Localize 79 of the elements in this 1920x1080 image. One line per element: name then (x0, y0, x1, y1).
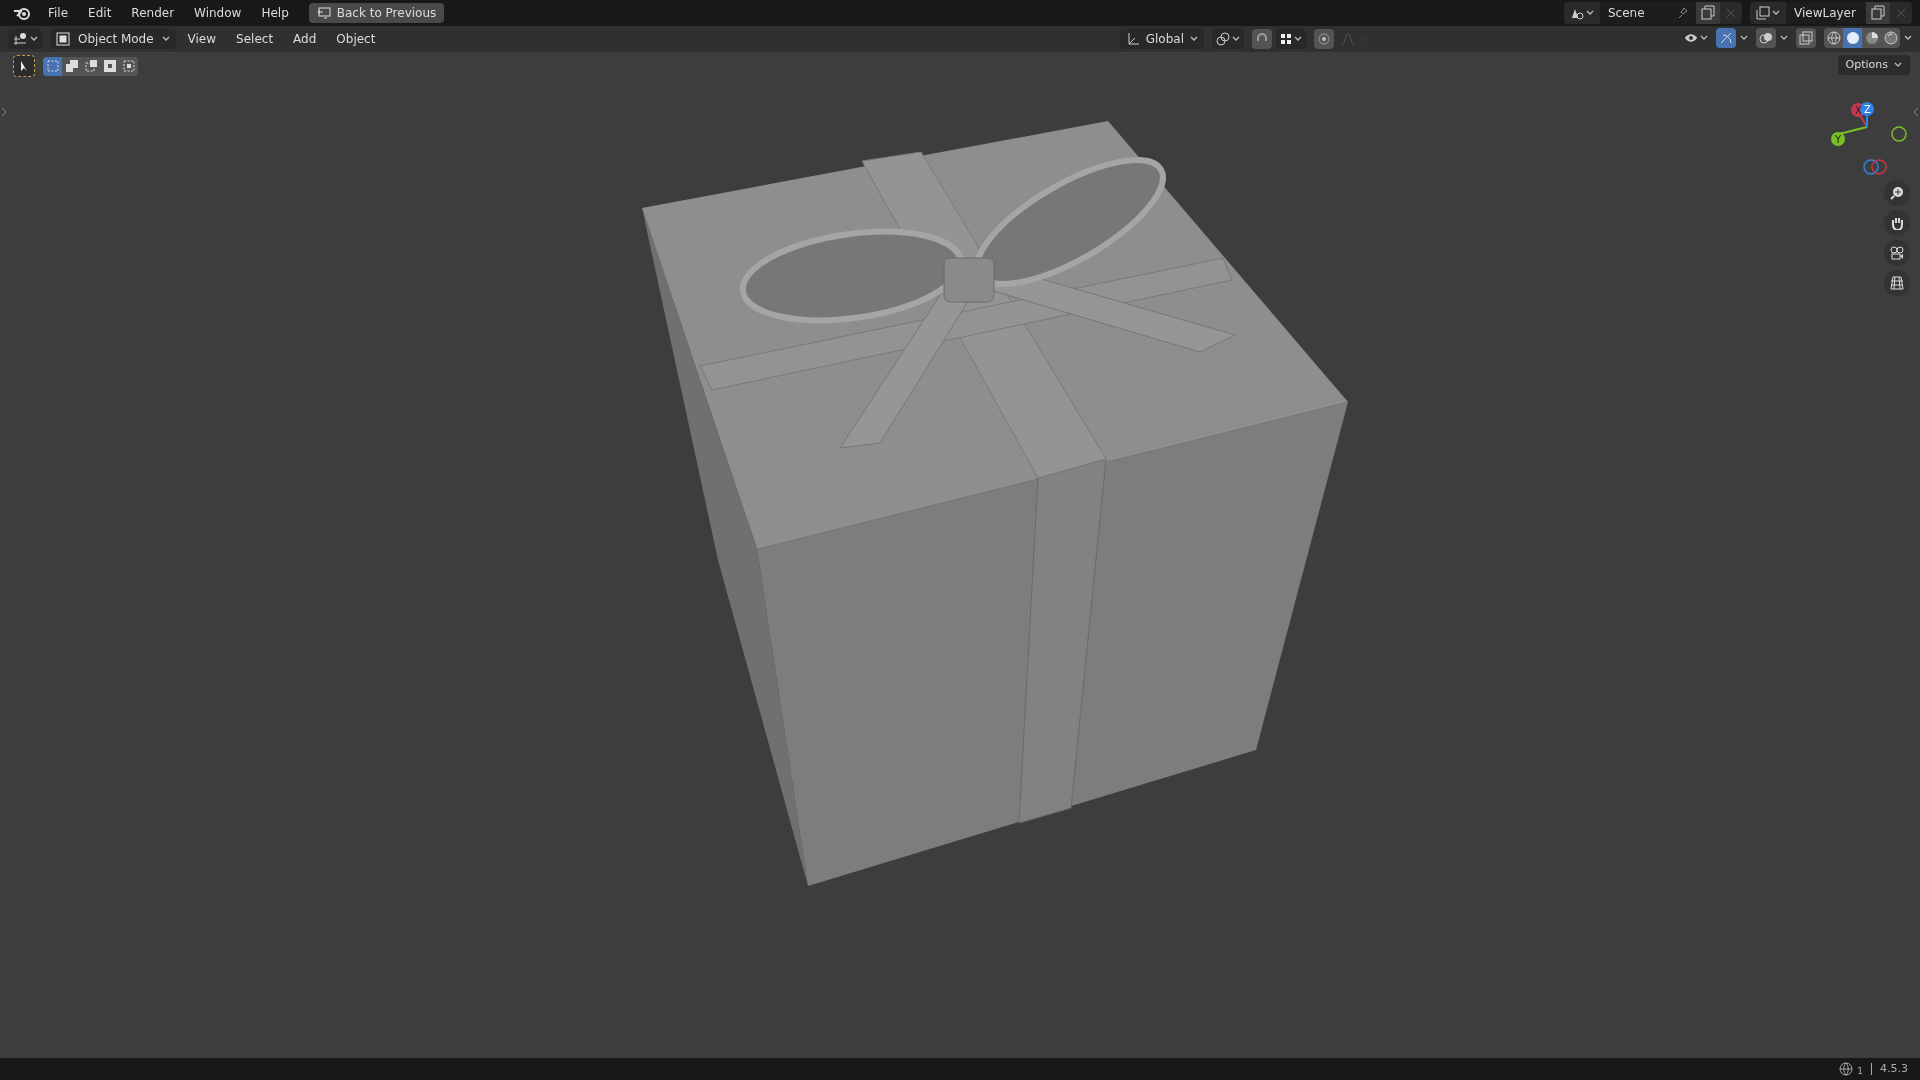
proportional-edit-toggle[interactable] (1314, 29, 1334, 49)
shading-mode-button[interactable] (1824, 28, 1843, 48)
chevron-icon (1740, 35, 1748, 41)
grid-icon (1890, 276, 1904, 290)
pin-icon (1676, 7, 1688, 19)
scene-field[interactable]: Scene (1600, 2, 1696, 24)
view-layer-field[interactable]: ViewLayer (1786, 2, 1866, 24)
cube-icon (56, 32, 70, 46)
shading-mode-button[interactable] (1862, 28, 1881, 48)
orientation-dropdown[interactable]: Global (1119, 29, 1204, 49)
chevron-icon (1232, 36, 1240, 42)
chevron-icon (1294, 36, 1302, 42)
chevron-icon (1586, 10, 1594, 16)
snap-target-dropdown[interactable] (1276, 29, 1306, 49)
select-extend-icon (65, 60, 78, 72)
chevron-icon (30, 36, 38, 42)
menu-item[interactable]: Render (123, 2, 183, 24)
camera-view-button[interactable] (1884, 240, 1910, 266)
perspective-toggle-button[interactable] (1884, 270, 1910, 296)
select-subtract-icon (84, 60, 97, 72)
selection-mode-button[interactable] (43, 56, 62, 76)
sidebar-expand-icon[interactable] (1913, 107, 1919, 117)
options-dropdown[interactable]: Options (1837, 55, 1910, 75)
mode-dropdown[interactable]: Object Mode (50, 29, 176, 49)
header-menu-item[interactable]: Object (328, 29, 384, 49)
image-stack-icon (1756, 6, 1770, 20)
chevron-icon (1904, 35, 1912, 41)
select-intersect-icon (122, 60, 135, 72)
object-count: 1 (1857, 1064, 1863, 1078)
pan-button[interactable] (1884, 210, 1910, 236)
select-new-icon (46, 60, 59, 72)
header-menu-item[interactable]: Add (285, 29, 325, 49)
transform-axes-icon (1125, 32, 1140, 46)
screen-icon (316, 7, 331, 19)
shading-mode-button[interactable] (1881, 28, 1900, 48)
wireframe-sphere-icon (1826, 31, 1841, 45)
arc-arrow-icon (1719, 31, 1733, 45)
sidebar-expand-icon[interactable] (1, 107, 7, 117)
globe-icon (1839, 1062, 1854, 1076)
chevron-icon (1700, 35, 1708, 41)
app-logo-icon[interactable] (12, 5, 32, 21)
version-label: 4.5.3 (1880, 1060, 1908, 1077)
chevron-icon (1780, 35, 1788, 41)
eye-icon (1684, 32, 1698, 44)
select-invert-icon (103, 60, 116, 72)
header-menu-item[interactable]: Select (228, 29, 282, 49)
navigation-gizmo[interactable]: X Y Z (1818, 96, 1918, 186)
select-tool-button[interactable] (13, 55, 35, 77)
shading-mode-button[interactable] (1843, 28, 1862, 48)
menu-item[interactable]: Help (253, 2, 297, 24)
copy-icon[interactable] (1696, 2, 1720, 24)
link-circles-icon (1216, 32, 1230, 46)
gizmo-toggle[interactable] (1716, 28, 1736, 48)
solid-sphere-icon (1845, 31, 1860, 45)
magnifier-plus-icon (1890, 186, 1904, 200)
snap-toggle[interactable] (1252, 29, 1272, 49)
axes-icon (12, 32, 28, 46)
menu-item[interactable]: Edit (80, 2, 120, 24)
material-sphere-icon (1864, 31, 1879, 45)
copy-icon[interactable] (1866, 2, 1890, 24)
target-circle-icon (1318, 33, 1330, 45)
rendered-sphere-icon (1883, 31, 1898, 45)
pivot-dropdown[interactable] (1212, 29, 1244, 49)
chevron-icon (1772, 10, 1780, 16)
chevron-icon (1190, 36, 1198, 42)
chevron-icon (161, 36, 170, 42)
grid-dots-icon (1280, 33, 1292, 45)
movie-camera-icon (1890, 246, 1904, 260)
overlapping-circles-icon (1759, 31, 1773, 45)
xray-toggle[interactable] (1796, 28, 1816, 48)
squares-icon (1799, 31, 1813, 45)
header-menu-item[interactable]: View (179, 29, 225, 49)
menu-item[interactable]: Window (186, 2, 250, 24)
chevron-icon (1894, 62, 1902, 68)
menu-item[interactable]: File (40, 2, 77, 24)
editor-type-button[interactable] (8, 29, 42, 49)
overlay-toggle[interactable] (1756, 28, 1776, 48)
back-to-previous-button[interactable]: Back to Previous (308, 3, 445, 23)
zoom-button[interactable] (1884, 180, 1910, 206)
